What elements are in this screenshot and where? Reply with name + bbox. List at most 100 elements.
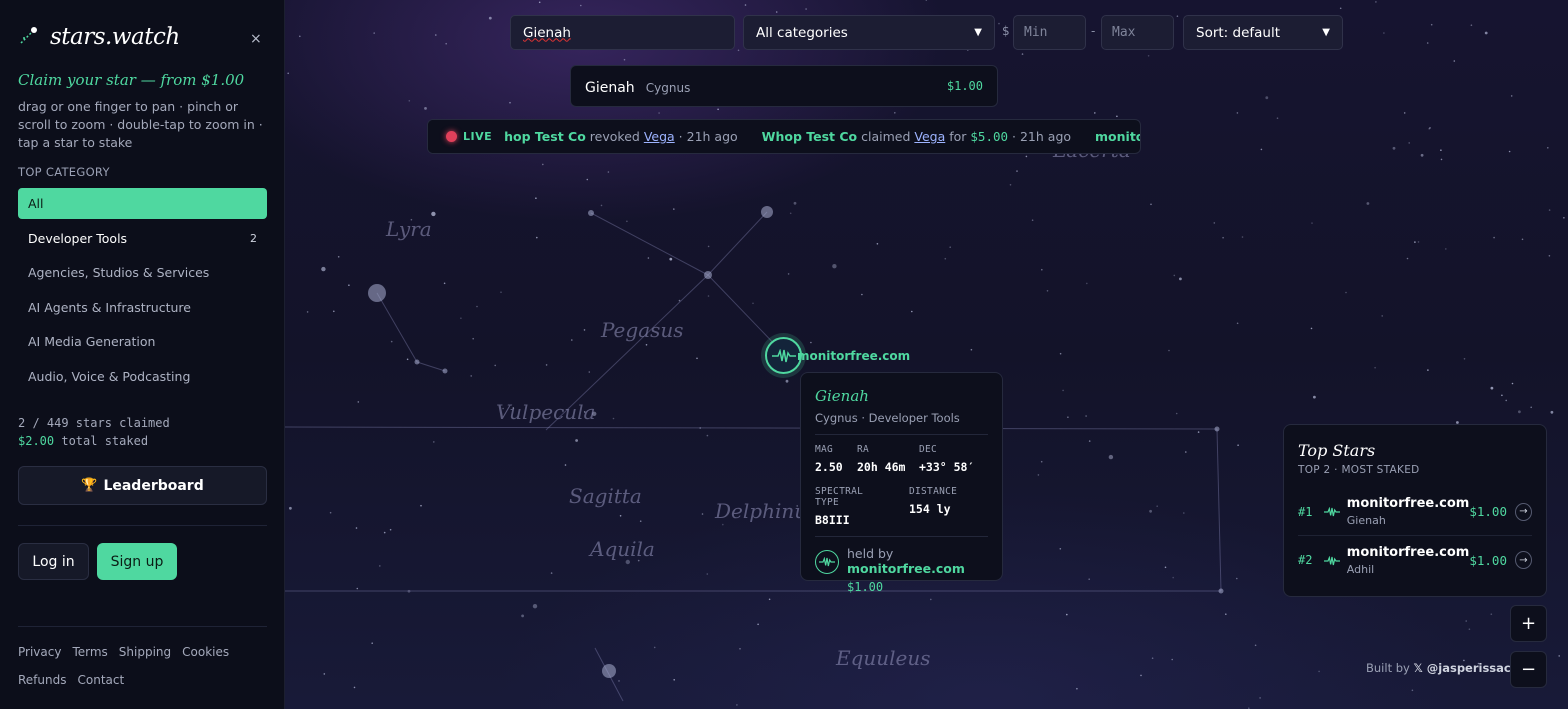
background-star bbox=[1037, 474, 1040, 476]
background-star bbox=[1558, 655, 1560, 657]
background-star bbox=[894, 112, 896, 114]
background-star bbox=[575, 439, 578, 442]
top-star-row[interactable]: #1 monitorfree.com Gienah $1.00 → bbox=[1298, 488, 1532, 536]
ticker-action: claimed bbox=[861, 129, 911, 144]
category-ai-agents[interactable]: AI Agents & Infrastructure bbox=[18, 292, 267, 323]
sort-select[interactable]: Sort: default ▼ bbox=[1183, 15, 1343, 50]
background-star bbox=[717, 108, 719, 111]
constellation-label-vulpecula: Vulpecula bbox=[496, 400, 596, 424]
category-label: Audio, Voice & Podcasting bbox=[28, 368, 191, 384]
category-developer-tools[interactable]: Developer Tools 2 bbox=[18, 223, 267, 254]
signup-button[interactable]: Sign up bbox=[97, 543, 177, 580]
holder-price: $1.00 bbox=[847, 580, 884, 594]
result-constellation: Cygnus bbox=[645, 80, 691, 95]
background-star bbox=[373, 32, 375, 34]
background-star bbox=[1463, 358, 1466, 360]
footer-link-cookies[interactable]: Cookies bbox=[182, 644, 229, 661]
background-star bbox=[1059, 352, 1062, 355]
background-star bbox=[1511, 382, 1514, 385]
author-link[interactable]: 𝕏 @jasperissac bbox=[1414, 661, 1511, 675]
footer-link-refunds[interactable]: Refunds bbox=[18, 672, 67, 689]
background-star bbox=[673, 208, 675, 210]
background-star bbox=[389, 528, 392, 531]
background-star bbox=[348, 284, 350, 287]
background-star bbox=[1171, 658, 1173, 661]
footer-link-shipping[interactable]: Shipping bbox=[119, 644, 171, 661]
category-ai-media[interactable]: AI Media Generation bbox=[18, 326, 267, 357]
login-button[interactable]: Log in bbox=[18, 543, 89, 580]
search-result-item[interactable]: Gienah Cygnus $1.00 bbox=[570, 65, 998, 107]
zoom-in-button[interactable]: + bbox=[1510, 605, 1547, 642]
category-list: All Developer Tools 2 Agencies, Studios … bbox=[18, 188, 267, 395]
footer-links: Privacy Terms Shipping Cookies Refunds C… bbox=[18, 644, 267, 689]
ticker-actor[interactable]: hop Test Co bbox=[504, 129, 586, 144]
brand[interactable]: stars.watch bbox=[18, 24, 180, 50]
category-audio-voice[interactable]: Audio, Voice & Podcasting bbox=[18, 361, 267, 392]
leaderboard-button[interactable]: 🏆 Leaderboard bbox=[18, 466, 267, 505]
arrow-right-icon[interactable]: → bbox=[1515, 551, 1532, 569]
ticker-track: hop Test Co revoked Vega · 21h ago Whop … bbox=[504, 129, 1140, 144]
chevron-down-icon: ▼ bbox=[974, 27, 982, 38]
background-star bbox=[1310, 327, 1313, 330]
background-star bbox=[658, 112, 660, 114]
background-star bbox=[1009, 184, 1012, 186]
ticker-time: · 21h ago bbox=[1012, 129, 1072, 144]
claim-stats: 2 / 449 stars claimed $2.00 total staked bbox=[18, 414, 170, 450]
background-star bbox=[1339, 7, 1342, 10]
arrow-right-icon[interactable]: → bbox=[1515, 502, 1532, 521]
background-star bbox=[321, 266, 326, 272]
background-star bbox=[1094, 112, 1096, 114]
background-star bbox=[1563, 217, 1565, 219]
min-price-input[interactable]: Min bbox=[1013, 15, 1086, 50]
background-star bbox=[645, 344, 648, 346]
background-star bbox=[1088, 578, 1090, 580]
ticker-star-link[interactable]: Vega bbox=[914, 129, 945, 144]
constellation-label-pegasus: Pegasus bbox=[601, 318, 684, 342]
footer-link-privacy[interactable]: Privacy bbox=[18, 644, 61, 661]
background-star bbox=[1445, 248, 1447, 250]
category-select[interactable]: All categories ▼ bbox=[743, 15, 995, 50]
background-star bbox=[618, 680, 620, 682]
background-star bbox=[1236, 577, 1238, 580]
footer-link-terms[interactable]: Terms bbox=[72, 644, 107, 661]
background-star bbox=[1213, 222, 1216, 224]
category-agencies[interactable]: Agencies, Studios & Services bbox=[18, 257, 267, 288]
background-star bbox=[1108, 454, 1114, 460]
background-star bbox=[810, 341, 812, 344]
ticker-star-link[interactable]: Vega bbox=[644, 129, 675, 144]
background-star bbox=[1151, 657, 1154, 659]
built-by-label: Built by bbox=[1366, 661, 1410, 675]
result-price: $1.00 bbox=[946, 79, 983, 93]
background-star bbox=[1547, 147, 1549, 149]
background-star bbox=[1470, 24, 1473, 27]
category-all[interactable]: All bbox=[18, 188, 267, 219]
background-star bbox=[707, 245, 710, 248]
range-separator: - bbox=[1091, 24, 1096, 38]
max-price-input[interactable]: Max bbox=[1101, 15, 1174, 50]
tagline: Claim your star — from $1.00 bbox=[18, 71, 245, 89]
card-star-name: Gienah bbox=[815, 387, 869, 405]
background-star bbox=[706, 573, 709, 575]
top-stars-title: Top Stars bbox=[1298, 441, 1376, 460]
search-input[interactable]: Gienah bbox=[510, 15, 735, 50]
background-star bbox=[1453, 60, 1456, 62]
constellation-label-lyra: Lyra bbox=[386, 217, 432, 241]
background-star bbox=[1429, 127, 1431, 129]
holder-link[interactable]: monitorfree.com bbox=[847, 561, 965, 576]
ticker-actor[interactable]: Whop Test Co bbox=[762, 129, 857, 144]
marker-label[interactable]: monitorfree.com bbox=[797, 349, 910, 363]
close-sidebar-button[interactable]: × bbox=[250, 31, 262, 47]
star-name: Adhil bbox=[1346, 562, 1375, 576]
holder-line: held by monitorfree.com bbox=[847, 546, 988, 576]
zoom-out-button[interactable]: − bbox=[1510, 651, 1547, 688]
background-star bbox=[1259, 697, 1261, 699]
footer-link-contact[interactable]: Contact bbox=[78, 672, 125, 689]
background-star bbox=[542, 163, 544, 166]
background-star bbox=[722, 523, 724, 526]
background-star bbox=[1484, 31, 1488, 35]
constellation-label-sagitta: Sagitta bbox=[569, 484, 642, 508]
ticker-actor[interactable]: monitorfree.com bbox=[1095, 129, 1140, 144]
top-star-row[interactable]: #2 monitorfree.com Adhil $1.00 → bbox=[1298, 536, 1532, 584]
background-star bbox=[1375, 1, 1377, 3]
background-star bbox=[583, 329, 586, 331]
